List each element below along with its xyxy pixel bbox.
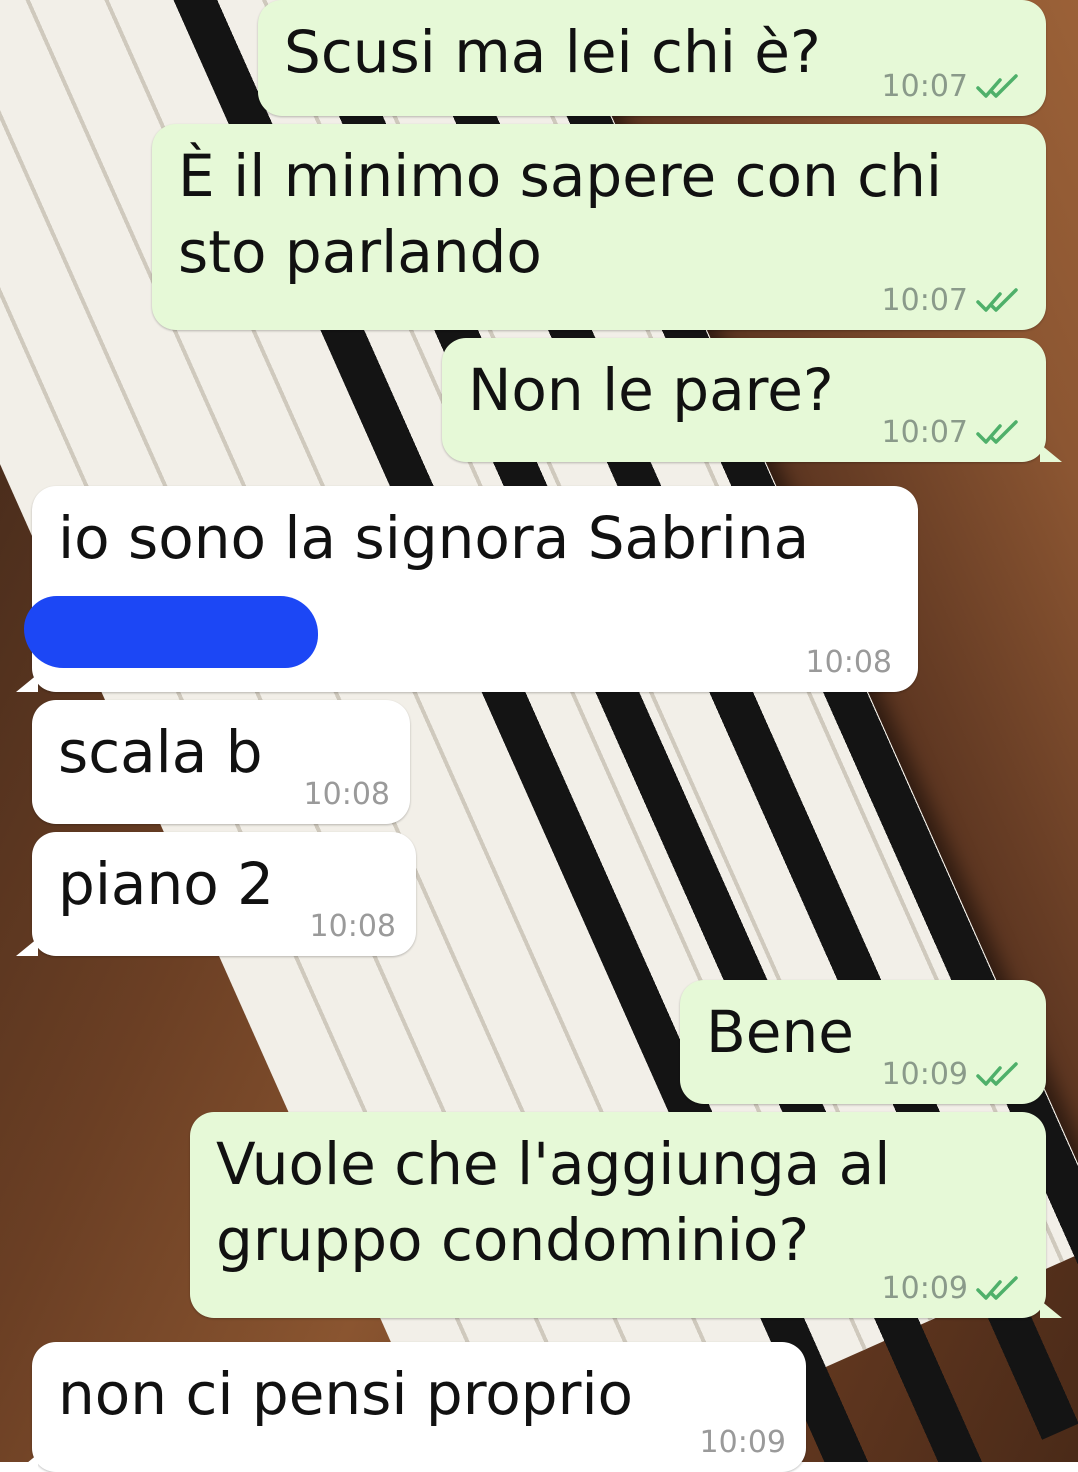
message-text: È il minimo sapere con chi sto parlando <box>178 142 942 286</box>
redaction-scribble <box>24 596 318 668</box>
message-time: 10:08 <box>309 909 396 944</box>
double-check-icon <box>976 1062 1018 1086</box>
message-bubble-incoming[interactable]: scala b 10:08 <box>32 700 410 824</box>
message-text: Scusi ma lei chi è? <box>284 18 821 86</box>
message-text: Bene <box>706 998 854 1066</box>
message-time: 10:09 <box>699 1425 786 1460</box>
message-meta: 10:08 <box>304 778 390 812</box>
message-meta: 10:09 <box>882 1272 1020 1306</box>
double-check-icon <box>976 288 1018 312</box>
message-text: scala b <box>58 718 263 786</box>
message-meta: 10:07 <box>882 70 1020 104</box>
message-meta: 10:07 <box>882 416 1020 450</box>
message-text: io sono la signora Sabrina <box>58 504 810 572</box>
message-time: 10:09 <box>881 1271 968 1306</box>
message-bubble-outgoing[interactable]: Bene 10:09 <box>680 980 1046 1104</box>
message-text: piano 2 <box>58 850 275 918</box>
double-check-icon <box>976 74 1018 98</box>
message-bubble-incoming[interactable]: io sono la signora Sabrina 10:08 <box>16 486 918 692</box>
message-time: 10:08 <box>805 645 892 680</box>
message-time: 10:07 <box>881 415 968 450</box>
message-bubble-incoming[interactable]: piano 2 10:08 <box>16 832 416 956</box>
message-meta: 10:07 <box>882 284 1020 318</box>
message-bubble-outgoing[interactable]: È il minimo sapere con chi sto parlando … <box>152 124 1046 330</box>
message-text: non ci pensi proprio <box>58 1360 634 1428</box>
message-bubble-outgoing[interactable]: Scusi ma lei chi è? 10:07 <box>258 0 1046 116</box>
message-meta: 10:08 <box>806 646 892 680</box>
message-meta: 10:08 <box>310 910 396 944</box>
message-time: 10:09 <box>881 1057 968 1092</box>
message-list[interactable]: Scusi ma lei chi è? 10:07 È il minimo sa… <box>0 0 1078 1472</box>
message-time: 10:07 <box>881 69 968 104</box>
double-check-icon <box>976 1276 1018 1300</box>
message-meta: 10:09 <box>700 1426 786 1460</box>
message-bubble-outgoing[interactable]: Vuole che l'aggiunga al gruppo condomini… <box>190 1112 1062 1318</box>
message-meta: 10:09 <box>882 1058 1020 1092</box>
message-time: 10:08 <box>303 777 390 812</box>
message-text: Vuole che l'aggiunga al gruppo condomini… <box>216 1130 891 1274</box>
double-check-icon <box>976 420 1018 444</box>
message-bubble-incoming[interactable]: non ci pensi proprio 10:09 <box>16 1342 806 1472</box>
message-bubble-outgoing[interactable]: Non le pare? 10:07 <box>442 338 1062 462</box>
message-time: 10:07 <box>881 283 968 318</box>
message-text: Non le pare? <box>468 356 834 424</box>
